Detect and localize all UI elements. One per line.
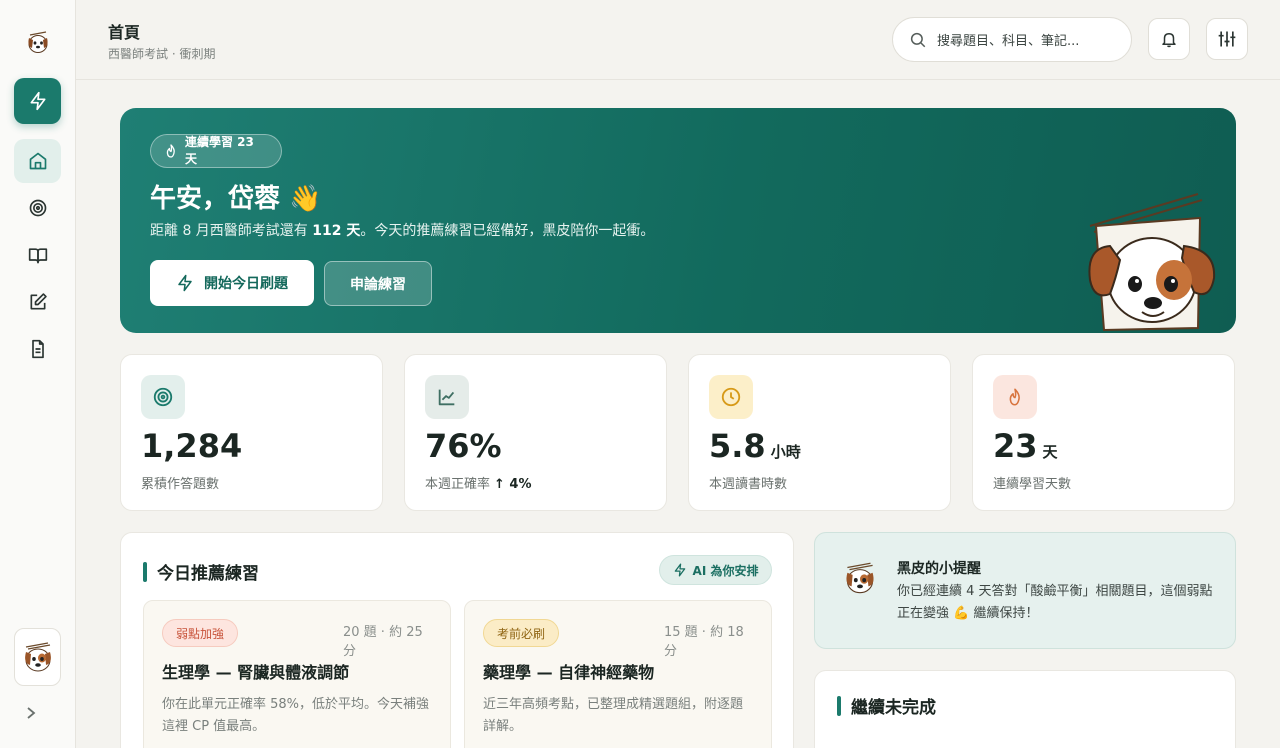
search-icon bbox=[910, 32, 926, 47]
streak-label: 連續學習 23 天 bbox=[185, 135, 254, 166]
stat-value: 23 天 bbox=[993, 427, 1058, 465]
stat-number: 76% bbox=[425, 427, 502, 465]
stat-value: 76% bbox=[425, 427, 502, 465]
chevron-right-icon bbox=[27, 707, 36, 719]
stat-number: 5.8 bbox=[709, 427, 766, 465]
practice-meta: 15 題 · 約 18 分 bbox=[664, 625, 744, 659]
section-title: 今日推薦練習 bbox=[157, 564, 259, 584]
lightning-icon bbox=[178, 274, 192, 292]
section-accent-bar bbox=[837, 695, 841, 716]
sidebar-item-home[interactable] bbox=[14, 139, 61, 183]
sidebar-expand-button[interactable] bbox=[22, 702, 40, 724]
recommended-practice-panel: 今日推薦練習 AI 為你安排 弱點加強 20 題 · 約 25 分 生理學 — … bbox=[120, 532, 794, 748]
practice-title: 藥理學 — 自律神經藥物 bbox=[483, 663, 655, 682]
stat-label-text: 本週正確率 bbox=[425, 477, 491, 492]
countdown-days: 112 天 bbox=[312, 223, 361, 239]
stat-value: 1,284 bbox=[141, 427, 242, 465]
start-today-practice-button[interactable]: 開始今日刷題 bbox=[150, 260, 314, 306]
document-icon bbox=[31, 339, 44, 359]
sidebar-item-notes[interactable] bbox=[14, 329, 61, 369]
greeting: 午安，岱蓉 👋 bbox=[150, 184, 322, 214]
mascot-tip-panel: 黑皮的小提醒 你已經連續 4 天答對「酸鹼平衡」相關題目，這個弱點正在變強 💪 … bbox=[814, 532, 1236, 649]
mascot-logo[interactable] bbox=[24, 28, 52, 56]
stat-number: 1,284 bbox=[141, 427, 243, 465]
ai-arranged-badge[interactable]: AI 為你安排 bbox=[659, 555, 772, 585]
sidebar-item-goals[interactable] bbox=[14, 188, 61, 228]
exam-countdown: 距離 8 月西醫師考試還有 112 天。今天的推薦練習已經備好，黑皮陪你一起衝。 bbox=[150, 220, 654, 240]
edit-icon bbox=[30, 293, 47, 310]
start-today-practice-label: 開始今日刷題 bbox=[204, 276, 288, 292]
mascot-avatar bbox=[839, 557, 881, 599]
stat-unit: 小時 bbox=[770, 443, 801, 461]
user-avatar[interactable] bbox=[14, 628, 61, 686]
search-input[interactable]: 搜尋題目、科目、筆記... bbox=[892, 17, 1132, 62]
top-header: 首頁 西醫師考試 · 衝刺期 搜尋題目、科目、筆記... bbox=[76, 0, 1280, 80]
target-icon bbox=[141, 375, 185, 419]
tip-text: 你已經連續 4 天答對「酸鹼平衡」相關題目，這個弱點正在變強 💪 繼續保持！ bbox=[897, 584, 1213, 621]
countdown-prefix: 距離 8 月西醫師考試還有 bbox=[150, 223, 313, 239]
stat-trend: ↑ 4% bbox=[494, 477, 532, 492]
practice-card[interactable]: 弱點加強 20 題 · 約 25 分 生理學 — 腎臟與體液調節 你在此單元正確… bbox=[143, 600, 451, 748]
section-accent-bar bbox=[143, 561, 147, 582]
continue-unfinished-panel: 繼續未完成 bbox=[814, 670, 1236, 748]
clock-icon bbox=[709, 375, 753, 419]
ai-label: AI 為你安排 bbox=[692, 563, 759, 578]
practice-card[interactable]: 考前必刷 15 題 · 約 18 分 藥理學 — 自律神經藥物 近三年高頻考點，… bbox=[464, 600, 772, 748]
essay-practice-button[interactable]: 申論練習 bbox=[324, 261, 432, 306]
section-header: 今日推薦練習 bbox=[143, 559, 259, 584]
practice-description: 你在此單元正確率 58%，低於平均。今天補強這裡 CP 值最高。 bbox=[162, 697, 430, 734]
sliders-icon bbox=[1218, 31, 1236, 47]
section-title: 繼續未完成 bbox=[851, 698, 936, 718]
home-icon bbox=[29, 152, 46, 170]
page-title: 首頁 bbox=[108, 23, 141, 42]
notifications-button[interactable] bbox=[1148, 18, 1190, 60]
sidebar bbox=[0, 0, 76, 748]
settings-button[interactable] bbox=[1206, 18, 1248, 60]
streak-badge: 連續學習 23 天 bbox=[150, 134, 282, 168]
exam-must-tag: 考前必刷 bbox=[483, 619, 560, 647]
practice-description: 近三年高頻考點，已整理成精選題組，附逐題詳解。 bbox=[483, 697, 744, 734]
flame-icon bbox=[993, 375, 1037, 419]
stat-card-total-answered: 1,284 累積作答題數 bbox=[120, 354, 383, 511]
stat-label: 本週正確率 ↑ 4% bbox=[425, 473, 532, 492]
stat-label: 連續學習天數 bbox=[993, 477, 1072, 492]
hero-banner: 連續學習 23 天 午安，岱蓉 👋 距離 8 月西醫師考試還有 112 天。今天… bbox=[120, 108, 1236, 333]
book-icon bbox=[28, 248, 47, 264]
stat-value: 5.8 小時 bbox=[709, 427, 801, 465]
search-placeholder: 搜尋題目、科目、筆記... bbox=[937, 34, 1080, 49]
stat-unit: 天 bbox=[1042, 443, 1058, 461]
practice-meta: 20 題 · 約 25 分 bbox=[343, 625, 423, 659]
flame-icon bbox=[166, 144, 175, 158]
sidebar-item-essay[interactable] bbox=[14, 282, 61, 322]
page-subtitle: 西醫師考試 · 衝刺期 bbox=[108, 47, 216, 61]
stat-label: 本週讀書時數 bbox=[709, 477, 788, 492]
trend-chart-icon bbox=[425, 375, 469, 419]
lightning-icon bbox=[674, 563, 685, 577]
mascot-illustration bbox=[1080, 188, 1220, 333]
weak-point-tag: 弱點加強 bbox=[162, 619, 239, 647]
practice-title: 生理學 — 腎臟與體液調節 bbox=[162, 663, 350, 682]
stat-card-weekly-hours: 5.8 小時 本週讀書時數 bbox=[688, 354, 951, 511]
countdown-suffix: 。今天的推薦練習已經備好，黑皮陪你一起衝。 bbox=[360, 223, 655, 239]
section-header: 繼續未完成 bbox=[837, 693, 936, 718]
target-icon bbox=[29, 199, 46, 217]
stat-number: 23 bbox=[993, 427, 1038, 465]
lightning-icon bbox=[30, 91, 46, 111]
stat-card-weekly-accuracy: 76% 本週正確率 ↑ 4% bbox=[404, 354, 667, 511]
stat-label: 累積作答題數 bbox=[141, 477, 220, 492]
stat-card-streak-days: 23 天 連續學習天數 bbox=[972, 354, 1235, 511]
sidebar-item-library[interactable] bbox=[14, 235, 61, 275]
tip-title: 黑皮的小提醒 bbox=[897, 561, 981, 577]
quick-practice-button[interactable] bbox=[14, 78, 61, 124]
bell-icon bbox=[1162, 33, 1176, 48]
